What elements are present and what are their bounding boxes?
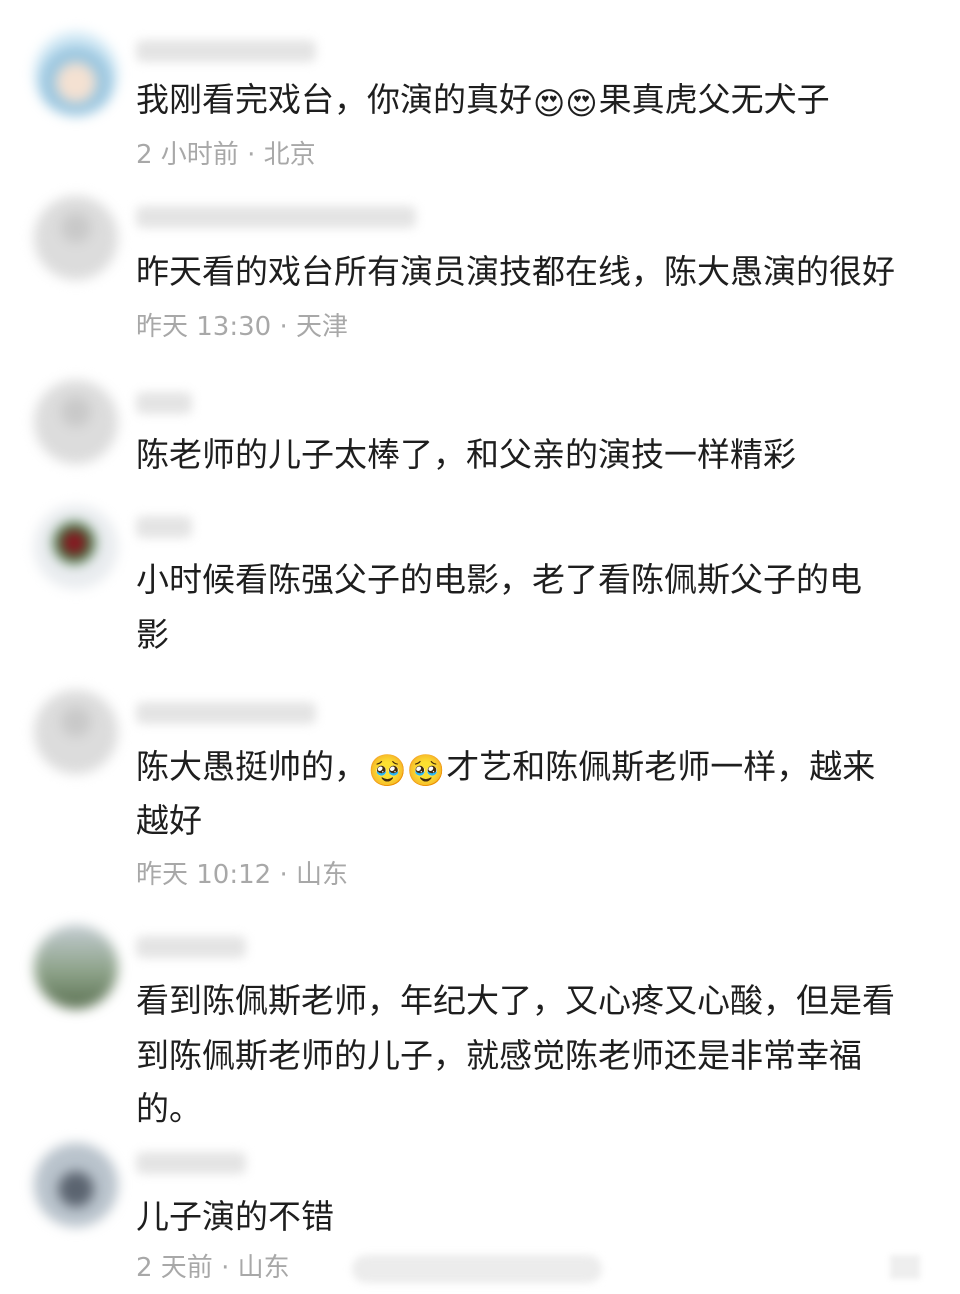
comment-text: 昨天看的戏台所有演员演技都在线，陈大愚演的很好 [136,252,895,291]
comment-text-line-2: 影 [136,615,169,654]
comment-text: 陈老师的儿子太棒了，和父亲的演技一样精彩 [136,435,796,474]
username[interactable] [136,40,316,62]
heart-eyes-emoji-icon: 😍😍 [533,86,598,122]
avatar[interactable] [34,925,118,1009]
comment-text: 儿子演的不错 [136,1197,334,1236]
comment-text-line-1: 陈大愚挺帅的，🥹🥹才艺和陈佩斯老师一样，越来 [136,740,875,798]
username[interactable] [136,516,192,538]
avatar[interactable] [34,1143,118,1227]
comment-text: 我刚看完戏台，你演的真好😍😍果真虎父无犬子 [136,73,830,131]
comment-text-part: 陈大愚挺帅的， [136,747,367,786]
comment-meta: 昨天 13:30 · 天津 [136,312,348,342]
avatar[interactable] [34,32,118,116]
comment-text-part: 我刚看完戏台，你演的真好 [136,80,532,119]
comment-meta: 2 天前 · 山东 [136,1253,290,1283]
avatar[interactable] [34,690,118,774]
comment-text-part: 才艺和陈佩斯老师一样，越来 [446,747,876,786]
comment-text-line-3: 的。 [136,1089,202,1128]
comment-meta: 2 小时前 · 北京 [136,140,316,170]
comment-text-line-2: 越好 [136,801,202,840]
username[interactable] [136,206,416,228]
username[interactable] [136,936,246,958]
avatar[interactable] [34,505,118,589]
comment-meta: 昨天 10:12 · 山东 [136,860,348,890]
username[interactable] [136,1152,246,1174]
comment-text-part: 果真虎父无犬子 [598,80,830,119]
comment-text-line-1: 看到陈佩斯老师，年纪大了，又心疼又心酸，但是看 [136,981,895,1020]
pleading-face-emoji-icon: 🥹🥹 [368,753,446,789]
comment-text-line-2: 到陈佩斯老师的儿子，就感觉陈老师还是非常幸福 [136,1036,862,1075]
comment-text-line-1: 小时候看陈强父子的电影，老了看陈佩斯父子的电 [136,560,862,599]
avatar[interactable] [34,196,118,280]
corner-mark [890,1255,920,1279]
avatar[interactable] [34,380,118,464]
watermark [352,1255,602,1283]
username[interactable] [136,702,316,724]
username[interactable] [136,392,192,414]
